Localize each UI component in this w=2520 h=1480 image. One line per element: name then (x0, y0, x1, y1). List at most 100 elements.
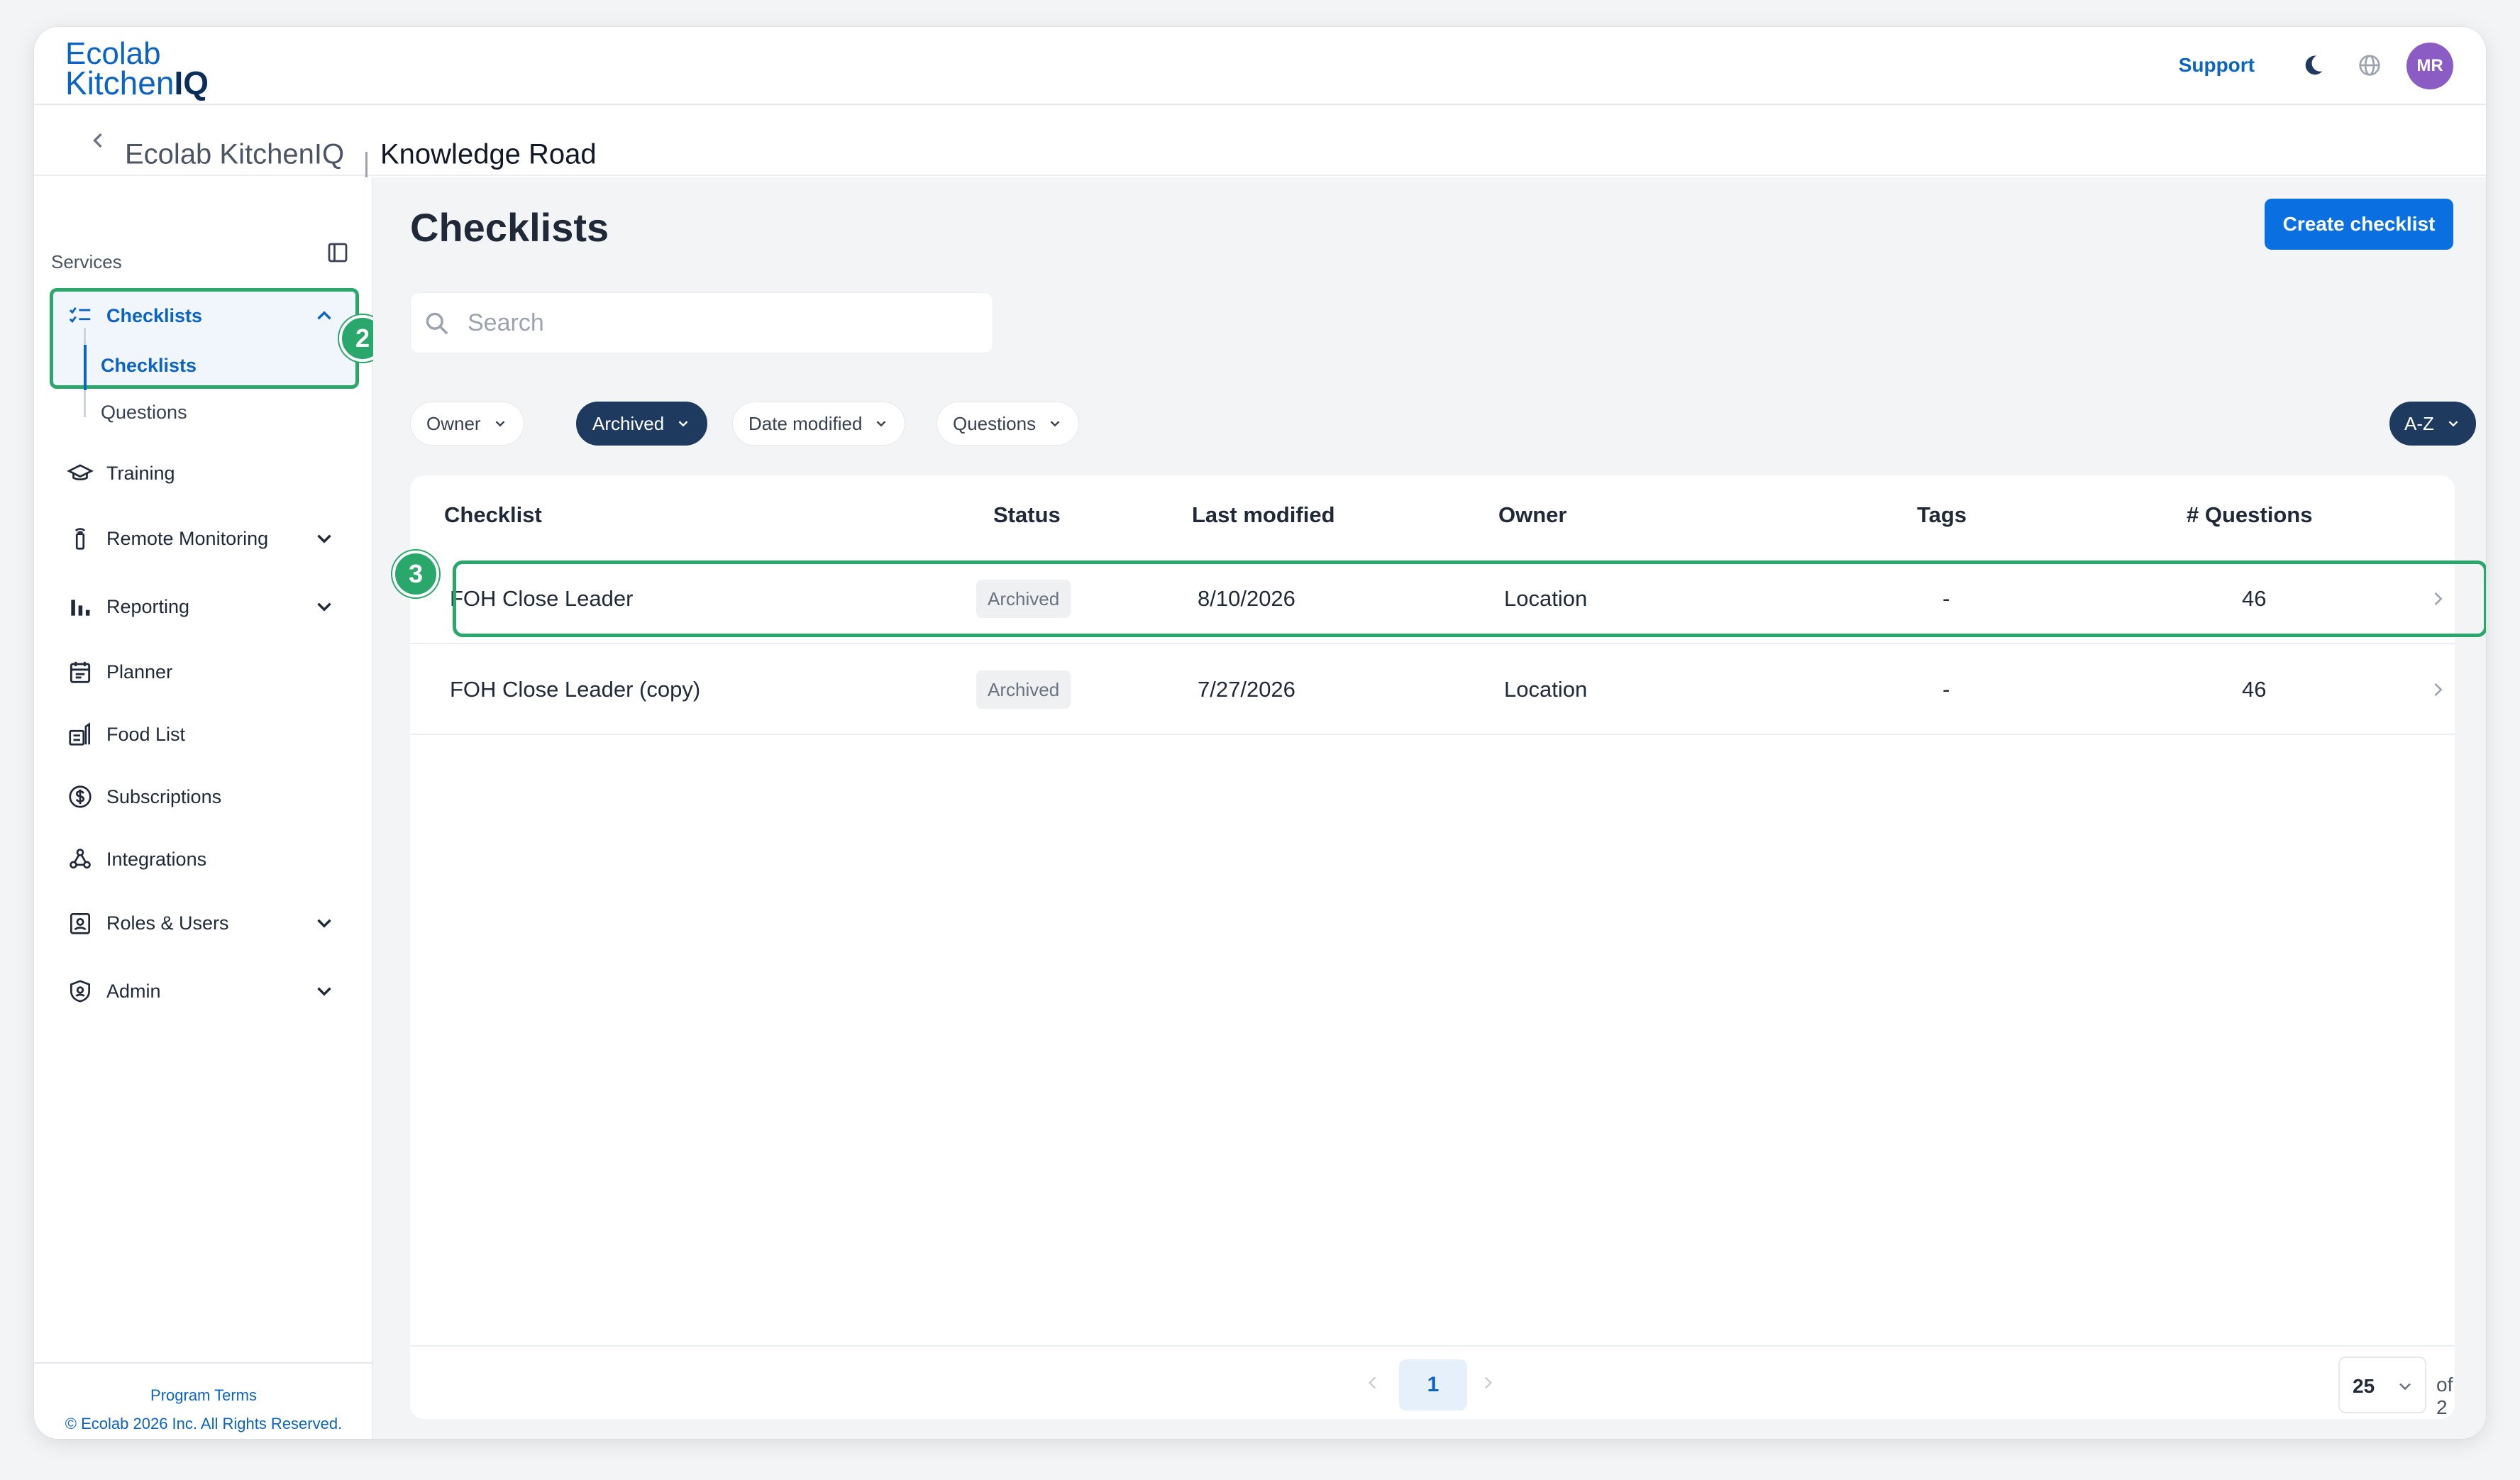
sidebar-footer-divider (34, 1362, 373, 1364)
chevron-down-icon[interactable] (312, 595, 336, 619)
sidebar-item-label: Planner (106, 661, 173, 683)
page-title: Checklists (410, 205, 609, 250)
chevron-down-icon (495, 421, 504, 427)
top-bar: Ecolab KitchenIQ Support MR (34, 27, 2486, 105)
chevron-down-icon (2399, 1383, 2411, 1391)
search-box[interactable] (410, 292, 993, 353)
sidebar-item-planner[interactable]: Planner (34, 647, 373, 697)
chevron-left-icon[interactable] (85, 126, 111, 155)
id-badge-icon (70, 912, 91, 934)
services-label: Services (51, 251, 122, 272)
sort-label: A-Z (2404, 412, 2434, 434)
sidebar-item-subscriptions[interactable]: Subscriptions (34, 772, 373, 822)
archived-filter-label: Archived (592, 412, 665, 434)
owner-filter[interactable]: Owner (410, 402, 524, 446)
submenu-active-indicator (84, 345, 87, 390)
sidebar-item-label: Training (106, 462, 175, 484)
chevron-down-icon[interactable] (312, 911, 336, 935)
food-list-icon (69, 722, 91, 746)
questions-filter-label: Questions (953, 412, 1037, 434)
logo-kitchen: Kitchen (65, 65, 175, 101)
search-input[interactable] (468, 293, 978, 353)
sidebar: Services Checklists Checklists Questions… (34, 177, 386, 1439)
dollar-circle-icon (69, 785, 92, 808)
sidebar-item-integrations[interactable]: Integrations (34, 834, 373, 884)
date-modified-filter[interactable]: Date modified (732, 402, 906, 446)
column-header-questions[interactable]: # Questions (2187, 502, 2312, 528)
breadcrumb-org[interactable]: Ecolab KitchenIQ (125, 139, 344, 171)
globe-icon[interactable] (2355, 51, 2384, 79)
sidebar-item-roles-users[interactable]: Roles & Users (34, 898, 373, 948)
user-avatar[interactable]: MR (2406, 43, 2453, 89)
sidebar-item-label: Roles & Users (106, 912, 229, 934)
program-terms-link[interactable]: Program Terms (34, 1386, 373, 1405)
breadcrumb: Ecolab KitchenIQ Knowledge Road (34, 105, 2486, 189)
support-link[interactable]: Support (2179, 54, 2255, 77)
logo-line-2: KitchenIQ (65, 67, 209, 99)
moon-icon[interactable] (2299, 51, 2327, 79)
column-header-tags[interactable]: Tags (1917, 502, 1967, 528)
sort-dropdown[interactable]: A-Z (2389, 402, 2476, 446)
sidebar-subitem-checklists[interactable]: Checklists (101, 355, 197, 377)
owner-filter-label: Owner (426, 412, 481, 434)
tags: - (1942, 677, 1950, 702)
per-page-select[interactable]: 25 (2338, 1357, 2426, 1413)
bar-chart-icon (71, 600, 90, 616)
sidebar-item-label: Remote Monitoring (106, 527, 269, 549)
row-highlight (453, 560, 2486, 637)
chevron-left-icon[interactable] (1364, 1374, 1382, 1392)
column-header-status[interactable]: Status (993, 502, 1061, 528)
sidebar-item-reporting[interactable]: Reporting (34, 582, 373, 631)
app-window: Ecolab KitchenIQ Support MR Ecolab Kitch… (34, 27, 2486, 1439)
sidebar-item-label: Integrations (106, 848, 207, 870)
graduation-cap-icon (67, 464, 94, 481)
chevron-down-icon[interactable] (312, 526, 336, 551)
breadcrumb-location[interactable]: Knowledge Road (380, 139, 597, 171)
sidebar-item-label: Food List (106, 723, 186, 745)
checklist-icon (69, 307, 91, 324)
chevron-down-icon (1050, 421, 1060, 427)
chevron-down-icon[interactable] (312, 979, 336, 1003)
archived-filter[interactable]: Archived (576, 402, 708, 446)
sidebar-subitem-questions[interactable]: Questions (101, 402, 187, 424)
sidebar-item-food-list[interactable]: Food List (34, 709, 373, 759)
sidebar-item-label: Checklists (106, 304, 203, 326)
column-header-last-modified[interactable]: Last modified (1192, 502, 1335, 528)
per-page-value: 25 (2353, 1375, 2375, 1397)
search-icon (426, 312, 448, 335)
webhook-icon (70, 849, 91, 869)
sidebar-item-label: Reporting (106, 595, 190, 617)
page-count: of 2 (2436, 1374, 2453, 1418)
owner: Location (1504, 677, 1588, 702)
sidebar-item-admin[interactable]: Admin (34, 966, 373, 1016)
status-badge: Archived (976, 670, 1071, 709)
sidebar-item-remote-monitoring[interactable]: Remote Monitoring (34, 514, 373, 563)
last-modified: 7/27/2026 (1198, 677, 1295, 702)
table-row[interactable]: FOH Close Leader (copy) Archived 7/27/20… (410, 646, 2455, 735)
chevron-right-icon[interactable] (1479, 1374, 1497, 1392)
column-header-checklist[interactable]: Checklist (444, 502, 542, 528)
create-checklist-button[interactable]: Create checklist (2265, 199, 2453, 250)
ecolab-kitcheniq-logo[interactable]: Ecolab KitchenIQ (65, 38, 209, 100)
page-number-current[interactable]: 1 (1399, 1359, 1467, 1410)
logo-iq: IQ (174, 65, 209, 101)
main-content: Checklists Create checklist Owner Archiv… (373, 177, 2486, 1439)
date-modified-filter-label: Date modified (748, 412, 863, 434)
column-header-owner[interactable]: Owner (1498, 502, 1566, 528)
shield-icon (70, 980, 91, 1003)
chevron-down-icon (2448, 421, 2458, 427)
question-count: 46 (2242, 677, 2267, 702)
sidebar-item-training[interactable]: Training (34, 448, 373, 498)
chevron-right-icon[interactable] (2428, 680, 2448, 700)
pagination-divider (410, 1345, 2455, 1347)
sidebar-collapse-icon[interactable] (325, 240, 350, 265)
sensor-icon (74, 528, 86, 550)
sidebar-item-label: Subscriptions (106, 785, 222, 807)
chevron-down-icon (678, 421, 688, 427)
calendar-icon (70, 661, 91, 683)
chevron-up-icon[interactable] (312, 304, 336, 328)
chevron-down-icon (877, 421, 886, 427)
sidebar-item-label: Admin (106, 980, 161, 1002)
questions-filter[interactable]: Questions (936, 402, 1080, 446)
checklist-name[interactable]: FOH Close Leader (copy) (450, 677, 700, 702)
